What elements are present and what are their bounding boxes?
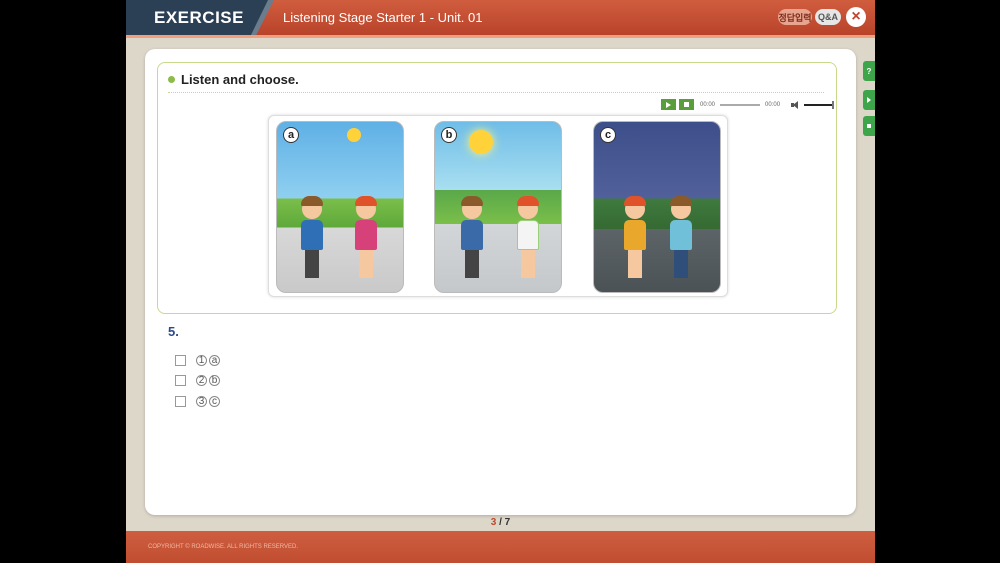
option-letter: b [209,375,220,386]
boy-figure [670,196,692,278]
picture-b: b [434,121,562,293]
section-label: EXERCISE [154,8,244,27]
stop-icon [684,102,689,107]
instruction-divider [168,92,824,93]
option-number: 3 [196,396,207,407]
header-bar: EXERCISE Listening Stage Starter 1 - Uni… [126,0,875,35]
play-icon [867,97,871,103]
volume-icon[interactable] [791,100,800,109]
answer-option[interactable]: 2 b [175,375,222,386]
volume-slider[interactable] [804,100,835,109]
picture-choices: a b c [268,115,728,297]
play-icon [666,101,671,108]
header-divider [126,35,875,38]
total-time: 00:00 [765,101,781,108]
instruction-text: Listen and choose. [181,72,299,87]
seek-bar[interactable] [720,103,761,106]
stop-icon [867,124,871,128]
option-letter: c [209,396,220,407]
next-tab[interactable] [863,90,875,110]
answer-option[interactable]: 1 a [175,355,222,366]
option-number: 1 [196,355,207,366]
question-number: 5. [168,324,179,339]
lesson-title: Listening Stage Starter 1 - Unit. 01 [283,10,483,25]
boy-figure [461,196,483,278]
question-box: Listen and choose. 00:00 00:00 a b c [157,62,837,314]
picture-a: a [276,121,404,293]
help-tab[interactable]: ? [863,61,875,81]
option-checkbox[interactable] [175,375,186,386]
answer-option[interactable]: 3 c [175,396,222,407]
stop-button[interactable] [679,99,694,110]
page-total: 7 [504,517,511,528]
picture-c: c [593,121,721,293]
girl-figure [355,196,377,278]
option-checkbox[interactable] [175,396,186,407]
close-icon[interactable]: × [846,7,866,27]
page-separator: / [496,517,505,528]
instruction: Listen and choose. [168,72,299,87]
footer-bar: COPYRIGHT © ROADWISE. ALL RIGHTS RESERVE… [126,531,875,563]
option-letter: a [209,355,220,366]
exercise-window: EXERCISE Listening Stage Starter 1 - Uni… [126,0,875,563]
picture-c-label: c [600,127,616,143]
stop-tab[interactable] [863,116,875,136]
copyright-text: COPYRIGHT © ROADWISE. ALL RIGHTS RESERVE… [148,544,299,550]
exercise-card: Listen and choose. 00:00 00:00 a b c 5. … [145,49,856,515]
boy-figure [301,196,323,278]
girl-figure [624,196,646,278]
sun-icon [469,130,493,154]
play-button[interactable] [661,99,676,110]
qa-button[interactable]: Q&A [815,9,841,25]
audio-player: 00:00 00:00 [661,99,835,110]
girl-figure [517,196,539,278]
volume-handle[interactable] [832,100,835,109]
answer-input-button[interactable]: 정답입력 [778,9,812,25]
bullet-icon [168,76,175,83]
picture-b-label: b [441,127,457,143]
picture-a-label: a [283,127,299,143]
page-indicator: 3 / 7 [126,517,875,528]
option-checkbox[interactable] [175,355,186,366]
current-time: 00:00 [700,101,716,108]
sun-icon [347,128,361,142]
option-number: 2 [196,375,207,386]
